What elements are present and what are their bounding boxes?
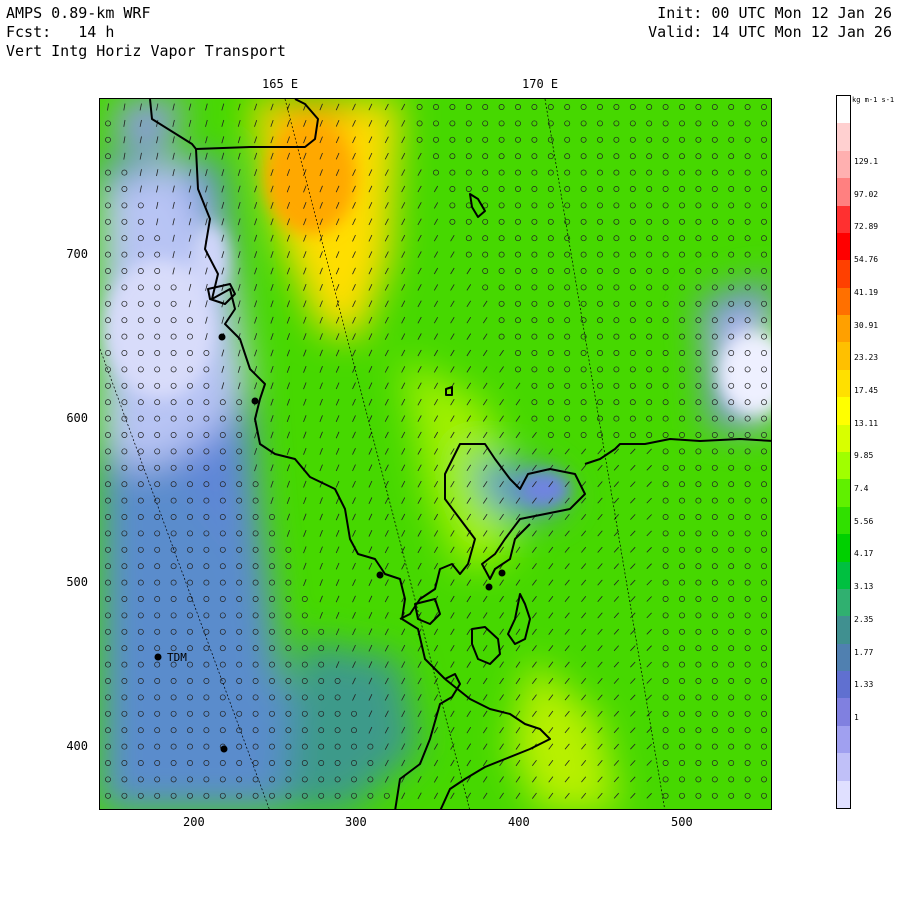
colorbar-band [837,753,850,782]
colorbar-band [837,725,850,754]
station-marker[interactable] [251,397,259,405]
colorbar-unit: kg m-1 s-1 [852,96,895,104]
colorbar-band [837,534,850,563]
colorbar-band [837,260,850,289]
model-title: AMPS 0.89-km WRF [6,4,151,22]
colorbar-level-label: 1.33 [854,680,874,690]
colorbar-level-label: 97.02 [854,189,879,199]
colorbar-band [837,178,850,207]
colorbar-band [837,96,850,124]
colorbar-level-label: 1.77 [854,647,874,657]
colorbar-level-label: 30.91 [854,320,879,330]
y-tick-label: 600 [66,411,88,425]
colorbar-band [837,315,850,343]
colorbar-band [837,506,850,535]
x-tick-label: 500 [671,815,693,829]
station-marker[interactable] [218,333,226,341]
longitude-label-165e: 165 E [262,77,299,91]
x-tick-label: 200 [183,815,205,829]
colorbar-band [837,123,850,152]
colorbar-band [837,287,850,316]
colorbar-level-label: 13.11 [854,418,879,428]
colorbar-band [837,561,850,590]
colorbar-band [837,780,850,809]
colorbar-band [837,479,850,508]
colorbar-band [837,369,850,398]
colorbar-level-label: 4.17 [854,549,874,559]
y-tick-label: 400 [66,739,88,753]
map-panel[interactable]: TDM [99,98,772,810]
station-marker[interactable] [498,569,506,577]
colorbar-level-label: 9.85 [854,451,874,461]
colorbar-level-label: 2.35 [854,614,874,624]
colorbar-band [837,698,850,727]
colorbar-level-label: 23.23 [854,353,879,363]
colorbar-band [837,452,850,480]
colorbar-band [837,643,850,672]
init-time: Init: 00 UTC Mon 12 Jan 26 [657,4,892,22]
station-marker[interactable] [376,571,384,579]
colorbar-band [837,588,850,617]
station-label-tdm: TDM [167,651,187,664]
colorbar-level-label: 7.4 [854,484,869,493]
station-marker[interactable] [220,745,228,753]
x-tick-label: 400 [508,815,530,829]
colorbar-band [837,397,850,426]
colorbar-level-label: 17.45 [854,385,879,395]
colorbar-level-label: 1 [854,712,859,722]
colorbar-band [837,205,850,234]
colorbar-band [837,232,850,261]
colorbar-band [837,616,850,645]
forecast-hour: Fcst: 14 h [6,23,115,41]
colorbar-band [837,342,850,371]
station-marker-tdm[interactable] [154,653,162,661]
colorbar-level-label: 54.76 [854,255,879,265]
colorbar-band [837,150,850,179]
vapor-transport-map: TDM [100,99,771,809]
station-marker[interactable] [485,583,493,591]
colorbar-band [837,424,850,453]
y-tick-label: 500 [66,575,88,589]
colorbar-band [837,671,850,699]
colorbar-level-label: 3.13 [854,582,874,592]
field-title: Vert Intg Horiz Vapor Transport [6,42,286,60]
colorbar-level-label: 72.89 [854,222,879,232]
colorbar-level-label: 41.19 [854,287,879,297]
longitude-label-170e: 170 E [522,77,559,91]
valid-time: Valid: 14 UTC Mon 12 Jan 26 [648,23,892,41]
x-tick-label: 300 [345,815,367,829]
colorbar [836,95,851,809]
colorbar-level-label: 5.56 [854,516,874,526]
y-tick-label: 700 [66,247,88,261]
header-left: AMPS 0.89-km WRF Fcst: 14 h Vert Intg Hori… [6,4,286,61]
header-right: Init: 00 UTC Mon 12 Jan 26 Valid: 14 UTC … [648,4,892,42]
colorbar-level-label: 129.1 [854,157,879,166]
